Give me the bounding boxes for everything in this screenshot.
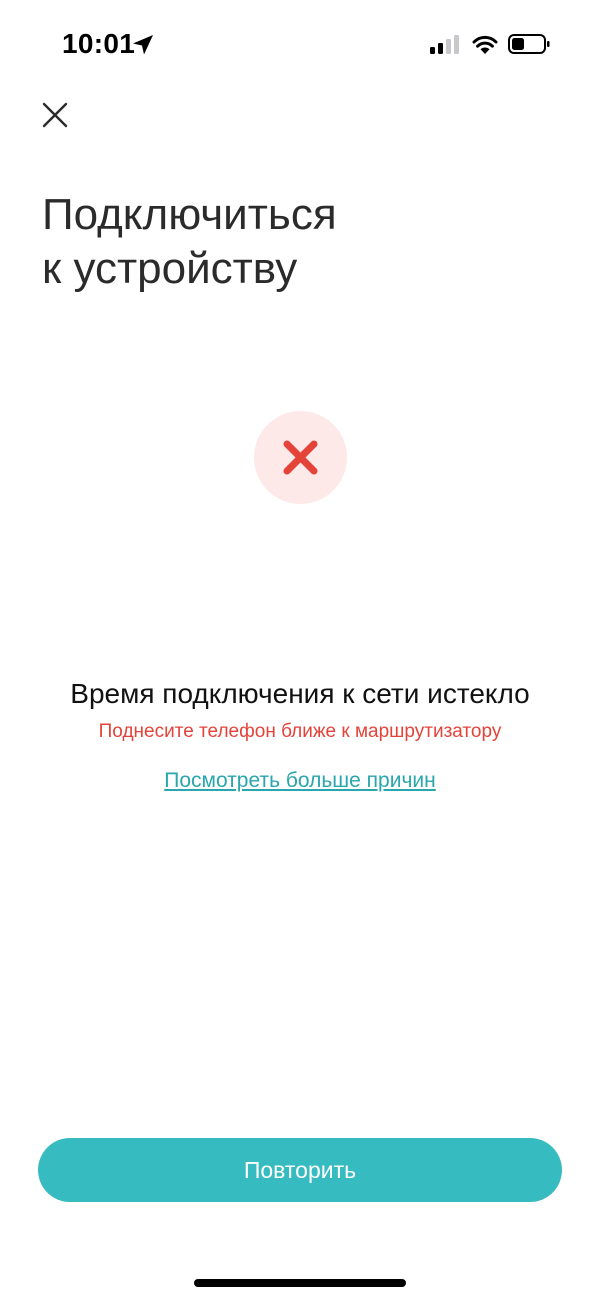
home-indicator	[194, 1279, 406, 1287]
status-bar: 10:01	[0, 0, 600, 90]
close-icon[interactable]	[38, 98, 72, 132]
location-arrow-icon	[133, 35, 153, 55]
page-title-line-2: к устройству	[42, 244, 298, 293]
cellular-signal-icon	[430, 35, 459, 54]
battery-icon	[508, 34, 550, 54]
error-hint: Поднесите телефон ближе к маршрутизатору	[98, 721, 502, 742]
wifi-icon	[472, 35, 498, 54]
error-status-badge	[254, 411, 347, 504]
app-screen: 10:01 Подключиться к устройству Время по…	[0, 0, 600, 1300]
more-reasons-link[interactable]: Посмотреть больше причин	[0, 769, 600, 793]
error-x-icon	[283, 440, 318, 475]
page-title: Подключиться к устройству	[42, 188, 542, 296]
status-time: 10:01	[62, 28, 136, 59]
page-title-line-1: Подключиться	[42, 190, 337, 239]
retry-button[interactable]: Повторить	[38, 1138, 562, 1202]
error-title: Время подключения к сети истекло	[70, 678, 530, 709]
